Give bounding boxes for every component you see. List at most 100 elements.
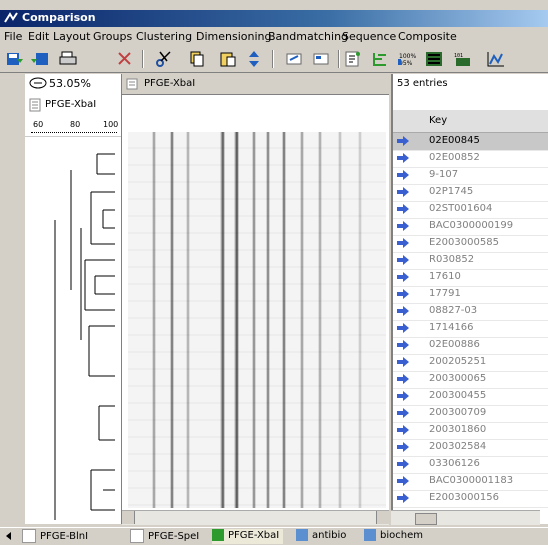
arrow-right-icon[interactable]: [397, 493, 409, 503]
table-row[interactable]: 200302584: [393, 439, 548, 457]
table-row[interactable]: 200205251: [393, 354, 548, 372]
layout-icon[interactable]: [285, 50, 305, 68]
menu-clustering[interactable]: Clustering: [136, 30, 192, 43]
table-row[interactable]: 02P1745: [393, 184, 548, 202]
cut-icon[interactable]: [155, 50, 175, 68]
gel-horizontal-scrollbar[interactable]: [122, 510, 389, 525]
arrow-right-icon[interactable]: [397, 459, 409, 469]
chart-icon[interactable]: [486, 50, 506, 68]
svg-text:100%: 100%: [399, 53, 416, 60]
tab-pfge-blni[interactable]: PFGE-BlnI: [22, 529, 88, 544]
key-column-header[interactable]: Key: [393, 110, 548, 133]
arrow-right-icon[interactable]: [397, 170, 409, 180]
key-cell: 02E00886: [429, 339, 480, 350]
paste-icon[interactable]: [218, 50, 238, 68]
arrow-right-icon[interactable]: [397, 357, 409, 367]
table-row[interactable]: 200300065: [393, 371, 548, 389]
arrow-right-icon[interactable]: [397, 374, 409, 384]
tab-scroll-left-icon[interactable]: [4, 531, 14, 541]
table-row[interactable]: R030852: [393, 252, 548, 270]
scroll-left-arrow-icon[interactable]: [122, 511, 135, 524]
tab-pfge-spei[interactable]: PFGE-SpeI: [130, 529, 199, 544]
table-row[interactable]: 02ST001604: [393, 201, 548, 219]
table-row[interactable]: 200300455: [393, 388, 548, 406]
percent-icon[interactable]: 100%95%: [398, 50, 418, 68]
gel-header: PFGE-XbaI: [122, 74, 389, 95]
updown-icon[interactable]: [244, 50, 264, 68]
table-row[interactable]: BAC0300000199: [393, 218, 548, 236]
table-row[interactable]: E2003000585: [393, 235, 548, 253]
arrow-right-icon[interactable]: [397, 153, 409, 163]
key-cell: 17610: [429, 271, 461, 282]
grid-icon: [364, 529, 376, 541]
bands-icon[interactable]: [424, 50, 444, 68]
table-row[interactable]: E2003000156: [393, 490, 548, 508]
key-cell: E2003000156: [429, 492, 499, 503]
arrow-right-icon[interactable]: [397, 187, 409, 197]
copy-icon[interactable]: [186, 50, 206, 68]
arrow-right-icon[interactable]: [397, 323, 409, 333]
dendrogram-header: 53.05% PFGE-XbaI: [25, 74, 121, 119]
arrow-right-icon[interactable]: [397, 272, 409, 282]
menu-bandmatching[interactable]: Bandmatching: [268, 30, 348, 43]
table-row[interactable]: 08827-03: [393, 303, 548, 321]
arrow-right-icon[interactable]: [397, 306, 409, 316]
scroll-right-arrow-icon[interactable]: [376, 511, 389, 524]
print-icon[interactable]: [58, 50, 78, 68]
matrix-icon[interactable]: 101: [452, 50, 472, 68]
arrow-right-icon[interactable]: [397, 204, 409, 214]
scale-tick: 100: [103, 120, 119, 129]
menu-file[interactable]: File: [4, 30, 22, 43]
arrow-right-icon[interactable]: [397, 238, 409, 248]
table-row[interactable]: 03306126: [393, 456, 548, 474]
table-row[interactable]: 17791: [393, 286, 548, 304]
window-icon[interactable]: [312, 50, 332, 68]
key-cell: 200302584: [429, 441, 487, 452]
menu-bar: File Edit Layout Groups Clustering Dimen…: [0, 28, 548, 46]
arrow-right-icon[interactable]: [397, 340, 409, 350]
similarity-value: 53.05%: [49, 77, 91, 90]
arrow-right-icon[interactable]: [397, 255, 409, 265]
table-row[interactable]: BAC0300001183: [393, 473, 548, 491]
table-row[interactable]: 200301860: [393, 422, 548, 440]
table-row[interactable]: 9-107: [393, 167, 548, 185]
arrow-right-icon[interactable]: [397, 425, 409, 435]
arrow-right-icon[interactable]: [397, 408, 409, 418]
save-icon[interactable]: [4, 50, 24, 68]
table-row[interactable]: 200300709: [393, 405, 548, 423]
tab-biochem[interactable]: biochem: [364, 529, 423, 544]
table-row[interactable]: 02E00886: [393, 337, 548, 355]
arrow-right-icon[interactable]: [397, 476, 409, 486]
arrow-right-icon[interactable]: [397, 442, 409, 452]
table-row[interactable]: 02E00845: [393, 133, 548, 151]
window-titlebar[interactable]: Comparison: [0, 10, 548, 27]
entries-header: 53 entries: [393, 74, 548, 110]
toolbar: 100% 95% 101: [0, 46, 548, 73]
tree-icon[interactable]: [370, 50, 390, 68]
entries-horizontal-scrollbar[interactable]: [391, 510, 540, 525]
table-row[interactable]: 17610: [393, 269, 548, 287]
arrow-right-icon[interactable]: [397, 391, 409, 401]
dendrogram-pane: 53.05% PFGE-XbaI 60 80 100: [25, 74, 122, 524]
export-icon[interactable]: [30, 50, 50, 68]
entries-pane: 53 entries Key 02E00845 02E00852 9-107 02P1…: [391, 74, 548, 524]
menu-composite[interactable]: Composite: [398, 30, 457, 43]
arrow-right-icon[interactable]: [397, 136, 409, 146]
tab-antibio[interactable]: antibio: [296, 529, 346, 544]
edit-icon[interactable]: [343, 50, 363, 68]
arrow-right-icon[interactable]: [397, 289, 409, 299]
tab-pfge-xbai[interactable]: PFGE-XbaI: [212, 529, 284, 544]
menu-groups[interactable]: Groups: [93, 30, 132, 43]
gel-image: [128, 132, 386, 508]
menu-sequence[interactable]: Sequence: [342, 30, 396, 43]
scroll-thumb[interactable]: [415, 513, 437, 525]
key-cell: 1714166: [429, 322, 474, 333]
arrow-right-icon[interactable]: [397, 221, 409, 231]
delete-icon[interactable]: [115, 50, 135, 68]
table-row[interactable]: 1714166: [393, 320, 548, 338]
menu-layout[interactable]: Layout: [53, 30, 90, 43]
menu-dimensioning[interactable]: Dimensioning: [196, 30, 271, 43]
key-cell: 200205251: [429, 356, 487, 367]
menu-edit[interactable]: Edit: [28, 30, 49, 43]
table-row[interactable]: 02E00852: [393, 150, 548, 168]
